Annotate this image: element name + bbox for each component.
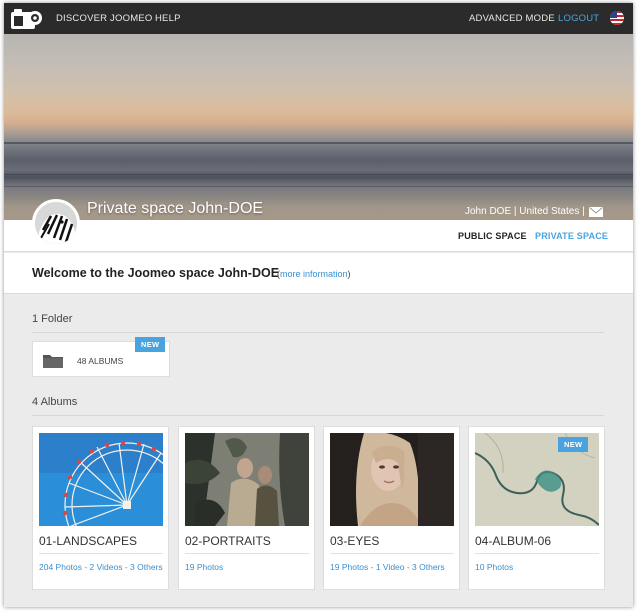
album-card-eyes[interactable]: 03-EYES 19 Photos - 1 Video - 3 Others xyxy=(323,426,460,590)
album-cover-image xyxy=(185,433,309,526)
album-meta-link[interactable]: 19 Photos - 1 Video - 3 Others xyxy=(330,561,456,573)
album-meta-link[interactable]: 204 Photos - 2 Videos - 3 Others xyxy=(39,561,165,573)
album-title: 04-ALBUM-06 xyxy=(475,534,552,548)
album-title: 03-EYES xyxy=(330,534,380,548)
portrait-couple-image xyxy=(185,433,309,526)
mail-icon[interactable] xyxy=(589,207,603,217)
album-cover-image xyxy=(39,433,163,526)
album-divider xyxy=(475,553,599,554)
album-card-album-06[interactable]: NEW 04-ALBUM-06 10 Photos xyxy=(468,426,605,590)
avatar-zebra-image xyxy=(35,202,77,244)
album-meta-link[interactable]: 10 Photos xyxy=(475,561,601,573)
album-card-portraits[interactable]: 02-PORTRAITS 19 Photos xyxy=(178,426,315,590)
folder-card[interactable]: 48 ALBUMS NEW xyxy=(32,337,170,377)
user-info: John DOE | United States | xyxy=(465,206,585,217)
album-title: 02-PORTRAITS xyxy=(185,534,271,548)
albums-heading: 4 Albums xyxy=(32,396,78,408)
folder-label: 48 ALBUMS xyxy=(77,356,124,366)
album-meta-link[interactable]: 19 Photos xyxy=(185,561,311,573)
more-information-link[interactable]: more information xyxy=(280,269,348,279)
album-divider xyxy=(330,553,454,554)
section-divider xyxy=(32,332,604,333)
us-flag-icon[interactable] xyxy=(610,11,624,25)
tab-private-space[interactable]: PRIVATE SPACE xyxy=(535,231,608,241)
welcome-heading: Welcome to the Joomeo space John-DOE xyxy=(32,266,280,280)
album-cover-image xyxy=(330,433,454,526)
nav-logout-link[interactable]: LOGOUT xyxy=(558,13,599,24)
tab-public-space[interactable]: PUBLIC SPACE xyxy=(458,231,527,241)
joomeo-logo[interactable] xyxy=(10,7,42,31)
app-frame: DISCOVER JOOMEO HELP ADVANCED MODE LOGOU… xyxy=(4,3,633,607)
hero-banner xyxy=(4,34,633,220)
space-tabs: PUBLIC SPACE PRIVATE SPACE xyxy=(4,220,633,252)
album-card-landscapes[interactable]: 01-LANDSCAPES 204 Photos - 2 Videos - 3 … xyxy=(32,426,169,590)
nav-advanced-mode-link[interactable]: ADVANCED MODE xyxy=(469,13,555,24)
album-divider xyxy=(185,553,309,554)
folder-icon xyxy=(43,355,63,368)
nav-help-link[interactable]: HELP xyxy=(155,13,181,24)
section-divider xyxy=(32,415,604,416)
paren-close: ) xyxy=(347,269,351,279)
new-badge: NEW xyxy=(135,337,166,352)
ferris-wheel-image xyxy=(39,433,163,526)
welcome-panel: Welcome to the Joomeo space John-DOE (mo… xyxy=(4,253,633,294)
woman-portrait-image xyxy=(330,433,454,526)
folders-heading: 1 Folder xyxy=(32,313,73,325)
album-divider xyxy=(39,553,163,554)
nav-discover-link[interactable]: DISCOVER JOOMEO xyxy=(56,13,152,24)
top-nav: DISCOVER JOOMEO HELP ADVANCED MODE LOGOU… xyxy=(4,3,633,34)
new-badge: NEW xyxy=(558,437,589,452)
album-title: 01-LANDSCAPES xyxy=(39,534,138,548)
avatar[interactable] xyxy=(32,199,80,247)
more-information: (more information) xyxy=(277,269,351,279)
horizon-line xyxy=(4,142,633,144)
space-title: Private space John-DOE xyxy=(87,200,264,217)
